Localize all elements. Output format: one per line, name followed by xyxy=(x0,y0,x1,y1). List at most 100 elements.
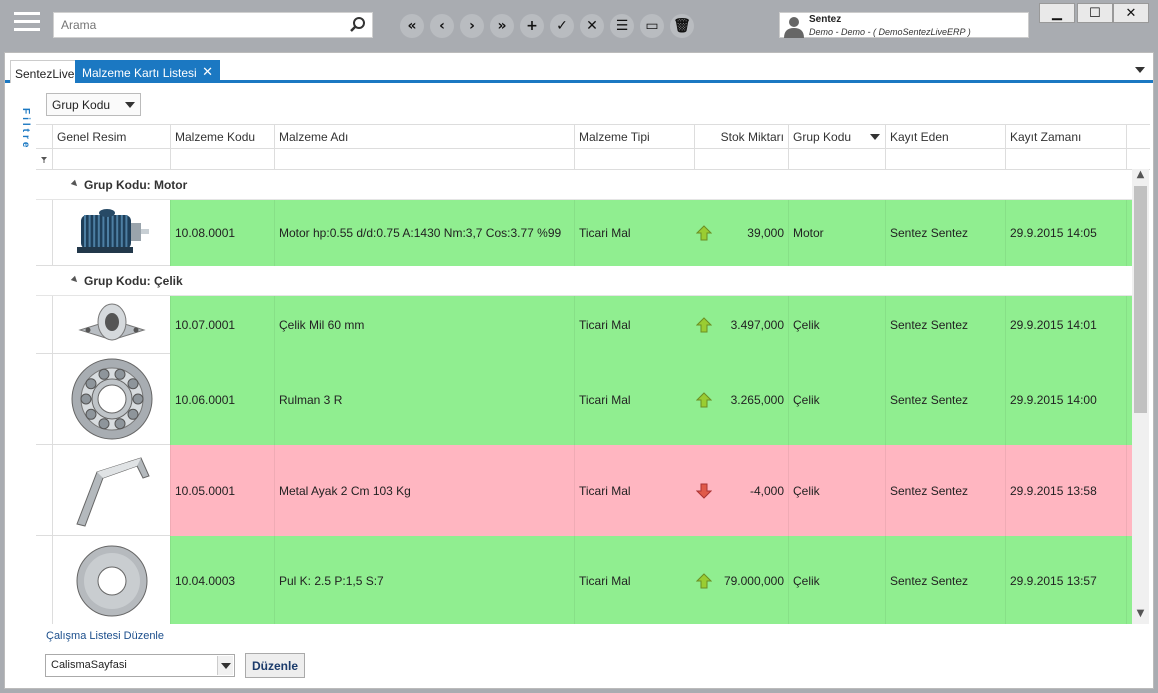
column-header-1[interactable]: Malzeme Kodu xyxy=(170,125,274,149)
table-row[interactable]: 10.06.0001 Rulman 3 R Ticari Mal 3.265,000 Ç… xyxy=(36,354,1132,445)
column-header-0[interactable]: Genel Resim xyxy=(52,125,170,149)
column-header-2[interactable]: Malzeme Adı xyxy=(274,125,574,149)
cell-created-at: 29.9.2015 13:57 xyxy=(1005,536,1126,624)
search-input[interactable] xyxy=(54,13,344,37)
filter-cell[interactable] xyxy=(574,149,694,170)
table-row[interactable]: 10.08.0001 Motor hp:0.55 d/d:0.75 A:1430 … xyxy=(36,200,1132,266)
group-by-value: Grup Kodu xyxy=(52,98,111,112)
column-header-6[interactable]: Kayıt Eden xyxy=(885,125,1005,149)
cell-type: Ticari Mal xyxy=(574,354,694,445)
row-indicator xyxy=(36,354,52,445)
filter-panel-toggle[interactable]: Filtre xyxy=(17,108,31,150)
collapse-group-icon[interactable] xyxy=(70,275,80,285)
tab-close-icon[interactable]: ✕ xyxy=(202,64,213,80)
delete-button[interactable]: 🗑 xyxy=(670,14,694,38)
worklist-select-value: CalismaSayfasi xyxy=(51,659,127,671)
shaft-image xyxy=(52,296,170,354)
cell-created-at: 29.9.2015 13:58 xyxy=(1005,445,1126,536)
filter-cell[interactable] xyxy=(274,149,574,170)
column-header-spacer xyxy=(1126,125,1150,149)
cell-qty: 3.265,000 xyxy=(730,392,784,407)
cell-name: Metal Ayak 2 Cm 103 Kg xyxy=(274,445,574,536)
grid-vertical-scrollbar[interactable]: ▲ ▼ xyxy=(1132,169,1149,624)
filter-cell[interactable] xyxy=(170,149,274,170)
group-by-select[interactable]: Grup Kodu xyxy=(46,93,141,116)
cell-qty: 39,000 xyxy=(747,226,784,240)
dropdown-arrow-icon[interactable] xyxy=(217,656,233,675)
table-row[interactable]: 10.05.0001 Metal Ayak 2 Cm 103 Kg Ticari M… xyxy=(36,445,1132,536)
cancel-button[interactable]: ✕ xyxy=(580,14,604,38)
filter-cell[interactable] xyxy=(788,149,885,170)
cell-created-at: 29.9.2015 14:01 xyxy=(1005,296,1126,354)
washer-image xyxy=(52,536,170,624)
last-record-button[interactable]: » xyxy=(490,14,514,38)
material-grid: Genel Resim Malzeme Kodu Malzeme Adı Malzem… xyxy=(36,124,1150,624)
cell-code: 10.06.0001 xyxy=(170,354,274,445)
filter-cell[interactable] xyxy=(885,149,1005,170)
cell-type: Ticari Mal xyxy=(574,536,694,624)
cell-qty: 79.000,000 xyxy=(723,574,784,588)
cell-group: Çelik xyxy=(788,296,885,354)
user-name: Sentez xyxy=(809,14,842,25)
filter-cell[interactable] xyxy=(1005,149,1126,170)
top-bar: «‹›»+✓✕☰▭🗑 Sentez Demo - Demo - ( DemoSe… xyxy=(0,0,1158,52)
search-icon[interactable] xyxy=(349,16,367,34)
list-button[interactable]: ☰ xyxy=(610,14,634,38)
filter-cell[interactable] xyxy=(52,149,170,170)
worklist-select[interactable]: CalismaSayfasi xyxy=(45,654,235,677)
column-header-5[interactable]: Grup Kodu xyxy=(788,125,885,149)
save-button[interactable]: ✓ xyxy=(550,14,574,38)
column-header-3[interactable]: Malzeme Tipi xyxy=(574,125,694,149)
close-window-button[interactable]: ✕ xyxy=(1113,3,1149,23)
cell-type: Ticari Mal xyxy=(574,200,694,266)
cell-name: Rulman 3 R xyxy=(274,354,574,445)
cell-qty: -4,000 xyxy=(749,483,784,498)
scroll-up-icon[interactable]: ▲ xyxy=(1132,169,1149,185)
table-row[interactable]: 10.04.0003 Pul K: 2.5 P:1,5 S:7 Ticari Mal… xyxy=(36,536,1132,624)
scroll-down-icon[interactable]: ▼ xyxy=(1132,608,1149,624)
column-header-7[interactable]: Kayıt Zamanı xyxy=(1005,125,1126,149)
collapse-group-icon[interactable] xyxy=(70,179,80,189)
cell-name: Pul K: 2.5 P:1,5 S:7 xyxy=(274,536,574,624)
grid-filter-row xyxy=(36,149,1150,170)
add-button[interactable]: + xyxy=(520,14,544,38)
sort-chevron-down-icon[interactable] xyxy=(870,134,880,140)
user-panel[interactable]: Sentez Demo - Demo - ( DemoSentezLiveERP… xyxy=(779,12,1029,38)
user-avatar-icon xyxy=(784,17,804,38)
cell-group: Çelik xyxy=(788,536,885,624)
tab-sentezlive[interactable]: SentezLive xyxy=(10,60,80,83)
row-indicator xyxy=(36,445,52,536)
column-header-4[interactable]: Stok Miktarı xyxy=(694,125,788,149)
tab-label: Malzeme Kartı Listesi xyxy=(82,66,197,80)
row-indicator xyxy=(36,296,52,354)
tab-menu-chevron-down-icon[interactable] xyxy=(1135,67,1145,73)
tab-malzeme-karti-listesi[interactable]: Malzeme Kartı Listesi ✕ xyxy=(75,60,220,83)
edit-button[interactable]: Düzenle xyxy=(245,653,305,678)
main-frame: SentezLive Malzeme Kartı Listesi ✕ Filtr… xyxy=(4,52,1154,689)
filter-cell[interactable] xyxy=(694,149,788,170)
table-row[interactable]: 10.07.0001 Çelik Mil 60 mm Ticari Mal 3.497… xyxy=(36,296,1132,354)
prev-record-button[interactable]: ‹ xyxy=(430,14,454,38)
first-record-button[interactable]: « xyxy=(400,14,424,38)
cell-group: Çelik xyxy=(788,354,885,445)
filter-cell[interactable] xyxy=(1126,149,1150,170)
keyboard-button[interactable]: ▭ xyxy=(640,14,664,38)
cell-created-by: Sentez Sentez xyxy=(885,445,1005,536)
worklist-edit-label[interactable]: Çalışma Listesi Düzenle xyxy=(46,630,164,642)
minimize-button[interactable]: ▁ xyxy=(1039,3,1075,23)
group-row[interactable]: Grup Kodu: Motor xyxy=(36,170,1132,200)
next-record-button[interactable]: › xyxy=(460,14,484,38)
maximize-button[interactable]: ☐ xyxy=(1077,3,1113,23)
main-menu-icon[interactable] xyxy=(14,12,40,36)
search-box xyxy=(53,12,373,38)
motor-image xyxy=(52,200,170,266)
row-indicator xyxy=(36,200,52,266)
group-row[interactable]: Grup Kodu: Çelik xyxy=(36,266,1132,296)
cell-code: 10.05.0001 xyxy=(170,445,274,536)
cell-created-by: Sentez Sentez xyxy=(885,536,1005,624)
group-title: Grup Kodu: Motor xyxy=(84,178,188,192)
user-company: Demo - Demo - ( DemoSentezLiveERP ) xyxy=(809,27,971,37)
filter-row-icon[interactable] xyxy=(36,149,52,170)
cell-code: 10.04.0003 xyxy=(170,536,274,624)
scroll-thumb[interactable] xyxy=(1134,186,1147,413)
